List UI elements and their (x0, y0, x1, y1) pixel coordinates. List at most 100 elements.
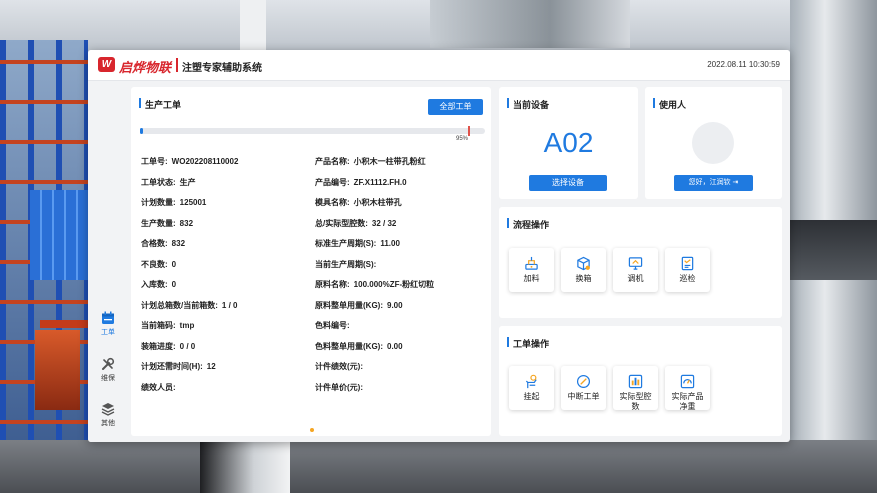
user-greeting-button[interactable]: 您好，江润钦 ⇥ (674, 175, 753, 191)
field-label: 入库数: (141, 280, 168, 289)
feed-button[interactable]: 加料 (509, 248, 554, 292)
field-label: 装箱进度: (141, 341, 176, 351)
progress-percent: 95% (456, 136, 469, 142)
field-label: 色料编号: (315, 321, 350, 330)
progress-marker (468, 126, 470, 136)
field-value: 100.000%ZF-粉红切粒 (353, 280, 435, 289)
field-label: 标准生产周期(S): (315, 239, 377, 248)
order-field: 模具名称: 小积木柱带孔 (315, 197, 402, 208)
interrupt-order-button[interactable]: 中断工单 (561, 366, 606, 410)
field-value: 1 / 0 (221, 300, 238, 310)
avatar (692, 122, 734, 164)
hand-icon (525, 374, 537, 389)
field-label: 原料名称: (315, 280, 350, 289)
field-value: 生产 (179, 177, 196, 187)
tile-label: 中断工单 (567, 392, 600, 401)
suspend-button[interactable]: 挂起 (509, 366, 554, 410)
field-value: 小积木一柱带孔粉红 (353, 157, 426, 166)
order-progress-bar (140, 126, 485, 136)
tile-label-line1: 实际产品 (671, 392, 704, 401)
calendar-icon (102, 311, 114, 324)
field-value: 0 (171, 280, 177, 289)
order-field: 总/实际型腔数: 32 / 32 (315, 218, 396, 229)
order-field: 合格数: 832 (141, 238, 185, 249)
tile-label: 挂起 (523, 392, 540, 401)
order-field: 色料整单用量(KG): 0.00 (315, 341, 403, 352)
order-field: 绩效人员: (141, 382, 180, 393)
order-field: 当前生产周期(S): (315, 259, 380, 270)
tile-label-line2: 数 (631, 402, 640, 411)
flow-title: 流程操作 (507, 218, 549, 231)
order-field: 产品编号: ZF.X1112.FH.0 (315, 177, 407, 188)
adjust-machine-button[interactable]: 调机 (613, 248, 658, 292)
field-label: 合格数: (141, 239, 168, 248)
nav-item-other[interactable]: 其他 (88, 402, 128, 436)
select-device-button[interactable]: 选择设备 (529, 175, 607, 191)
field-value: 32 / 32 (371, 218, 397, 228)
order-field: 生产数量: 832 (141, 218, 193, 229)
actual-cavity-button[interactable]: 实际型腔 数 (613, 366, 658, 411)
field-value: 12 (206, 362, 216, 371)
field-value: ZF.X1112.FH.0 (353, 177, 407, 187)
checklist-icon (681, 256, 694, 271)
field-value: 125001 (179, 198, 207, 207)
field-label: 计件绩效(元): (315, 362, 363, 371)
tile-label: 巡检 (679, 274, 696, 283)
field-label: 当前箱码: (141, 321, 176, 330)
pause-icon (576, 374, 591, 389)
change-box-button[interactable]: 换箱 (561, 248, 606, 292)
gauge-icon (680, 374, 695, 389)
field-label: 不良数: (141, 259, 168, 269)
monitor-icon (628, 257, 643, 270)
field-value: 小积木柱带孔 (353, 198, 402, 207)
field-label: 模具名称: (315, 198, 350, 207)
order-field: 当前箱码: tmp (141, 320, 194, 331)
field-value: 11.00 (380, 239, 400, 248)
field-value: 0 (171, 259, 177, 269)
brand-name: 启烨物联 (119, 60, 172, 75)
nav-item-work-order[interactable]: 工单 (88, 311, 128, 345)
field-value: 0.00 (387, 341, 403, 351)
order-field: 不良数: 0 (141, 259, 176, 270)
order-field: 计件绩效(元): (315, 361, 367, 372)
page-indicator-dot[interactable] (310, 428, 314, 432)
top-bar: W 启烨物联 注塑专家辅助系统 2022.08.11 10:30:59 (88, 50, 790, 81)
work-order-title: 生产工单 (139, 98, 181, 111)
tile-label-line1: 实际型腔 (619, 392, 652, 401)
main-window: W 启烨物联 注塑专家辅助系统 2022.08.11 10:30:59 工单 维… (88, 50, 790, 442)
work-order-operations-panel: 工单操作 挂起 中断工单 实际型腔 数 实际产品 净重 (499, 326, 782, 436)
field-value: tmp (179, 321, 195, 330)
field-label: 计划数量: (141, 198, 176, 207)
inspection-button[interactable]: 巡检 (665, 248, 710, 292)
user-panel: 使用人 您好，江润钦 ⇥ (645, 87, 782, 199)
field-label: 产品名称: (315, 157, 350, 166)
order-field: 工单号: WO202208110002 (141, 156, 238, 167)
datetime: 2022.08.11 10:30:59 (707, 60, 780, 69)
field-label: 工单号: (141, 157, 168, 166)
ops-title: 工单操作 (507, 337, 549, 350)
all-orders-button[interactable]: 全部工单 (428, 99, 483, 115)
field-label: 产品编号: (315, 177, 350, 187)
nav-item-maintenance[interactable]: 维保 (88, 357, 128, 391)
field-label: 原料整单用量(KG): (315, 300, 383, 310)
tile-label-line2: 净重 (679, 402, 696, 411)
work-order-panel: 生产工单 全部工单 95% 工单号: WO202208110002 工单状态: 生产计… (131, 87, 491, 436)
order-field: 计划还需时间(H): 12 (141, 361, 216, 372)
field-value: WO202208110002 (171, 157, 239, 166)
brand-divider (176, 58, 178, 72)
order-field: 计划数量: 125001 (141, 197, 206, 208)
field-label: 计件单价(元): (315, 382, 363, 392)
actual-net-weight-button[interactable]: 实际产品 净重 (665, 366, 710, 411)
field-label: 绩效人员: (141, 382, 176, 392)
order-field: 原料名称: 100.000%ZF-粉红切粒 (315, 279, 434, 290)
order-field: 产品名称: 小积木一柱带孔粉红 (315, 156, 426, 167)
bar-chart-icon (628, 374, 643, 389)
left-nav: 工单 维保 其他 (88, 81, 128, 442)
order-field: 计划总箱数/当前箱数: 1 / 0 (141, 300, 237, 311)
order-field: 原料整单用量(KG): 9.00 (315, 300, 403, 311)
tools-icon (102, 357, 115, 370)
order-field: 工单状态: 生产 (141, 177, 196, 188)
field-label: 工单状态: (141, 177, 176, 187)
field-label: 计划总箱数/当前箱数: (141, 300, 218, 310)
progress-fill (140, 128, 143, 134)
